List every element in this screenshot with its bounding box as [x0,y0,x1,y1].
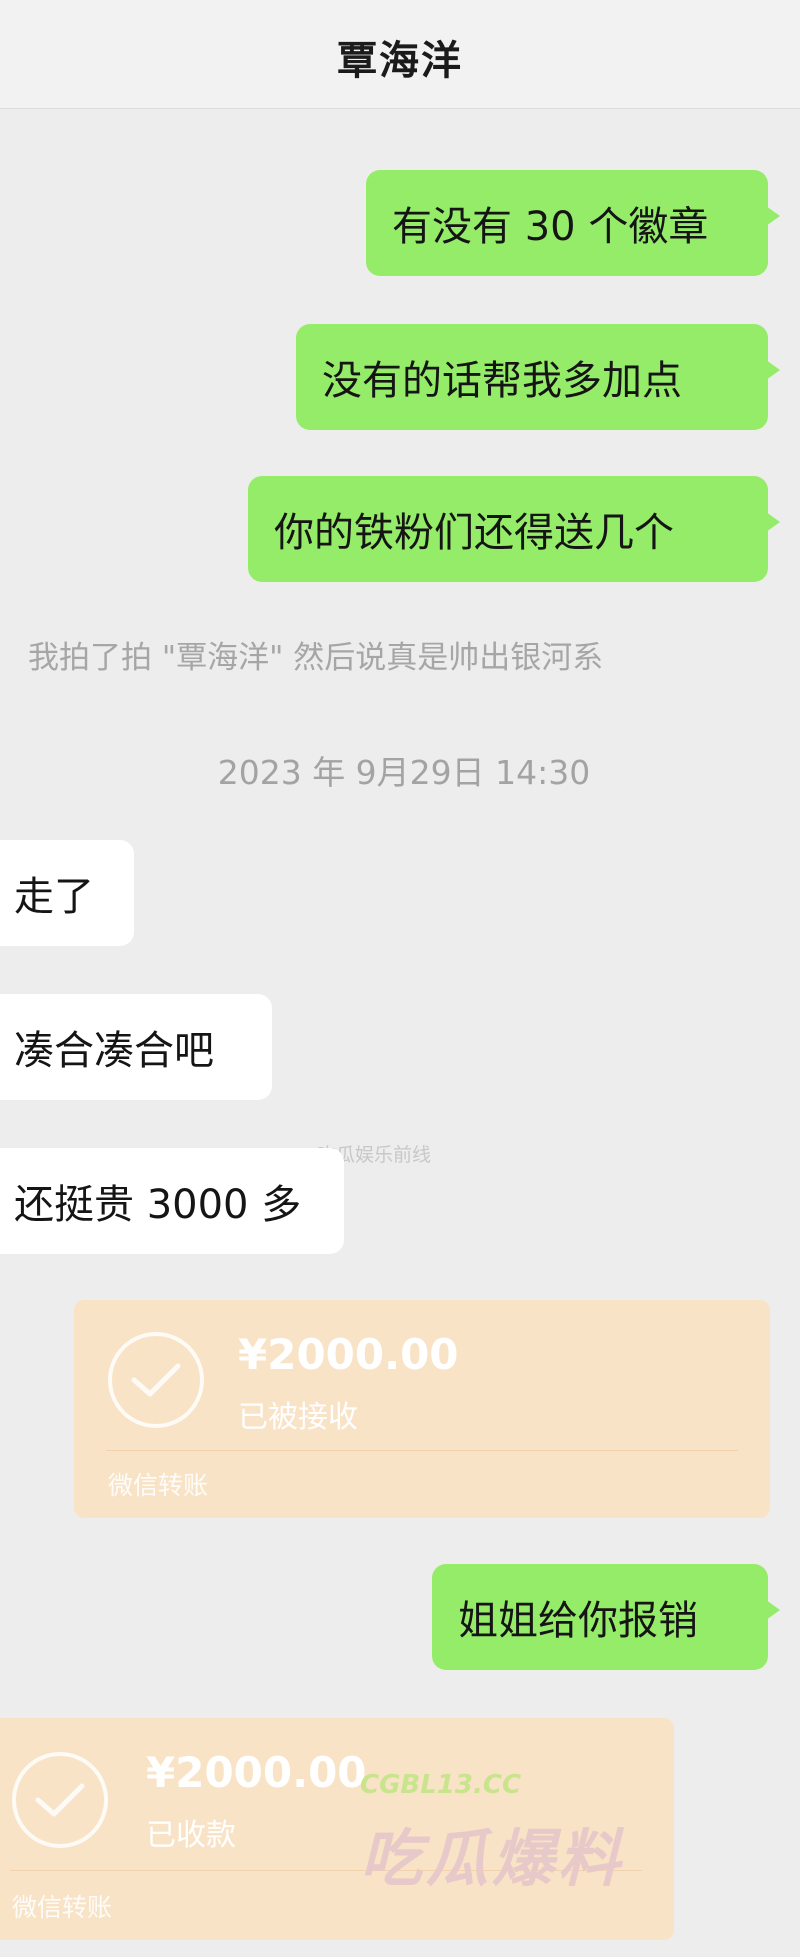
transfer-status: 已被接收 [238,1400,358,1435]
message-text: 凑合凑合吧 [14,1028,214,1074]
transfer-status: 已收款 [146,1818,236,1853]
message-timestamp: 2023 年 9月29日 14:30 [217,753,591,792]
watermark-site: CGBL13.CC [360,1770,522,1800]
transfer-amount: ¥2000.00 [238,1330,459,1379]
message-bubble-outgoing[interactable]: 有没有 30 个徽章 [366,170,780,276]
chat-title: 覃海洋 [337,38,463,84]
message-bubble-outgoing[interactable]: 姐姐给你报销 [432,1564,780,1670]
transfer-label: 微信转账 [108,1471,209,1500]
message-text: 走了 [14,874,94,920]
message-text: 没有的话帮我多加点 [322,358,682,404]
watermark-logo: CGBL13.CC 吃瓜爆料 [360,1770,640,1900]
watermark-brand: 吃瓜爆料 [360,1822,625,1895]
message-bubble-outgoing[interactable]: 你的铁粉们还得送几个 [248,476,780,582]
message-bubble-incoming[interactable]: 走了 [0,840,134,946]
transfer-amount: ¥2000.00 [146,1748,367,1797]
chat-header: 覃海洋 [0,0,800,109]
message-bubble-outgoing[interactable]: 没有的话帮我多加点 [296,324,780,430]
check-circle-icon [12,1752,108,1848]
message-text: 还挺贵 3000 多 [14,1182,302,1228]
message-bubble-incoming[interactable]: 还挺贵 3000 多 [0,1148,344,1254]
message-text: 有没有 30 个徽章 [392,204,709,250]
transfer-label: 微信转账 [12,1893,113,1922]
message-text: 姐姐给你报销 [458,1598,698,1644]
divider [106,1450,738,1451]
message-text: 你的铁粉们还得送几个 [274,510,674,556]
pat-system-message: 我拍了拍 "覃海洋" 然后说真是帅出银河系 [28,640,604,676]
transfer-card[interactable]: ¥2000.00 已被接收 微信转账 [74,1300,770,1518]
message-bubble-incoming[interactable]: 凑合凑合吧 [0,994,272,1100]
check-circle-icon [108,1332,204,1428]
